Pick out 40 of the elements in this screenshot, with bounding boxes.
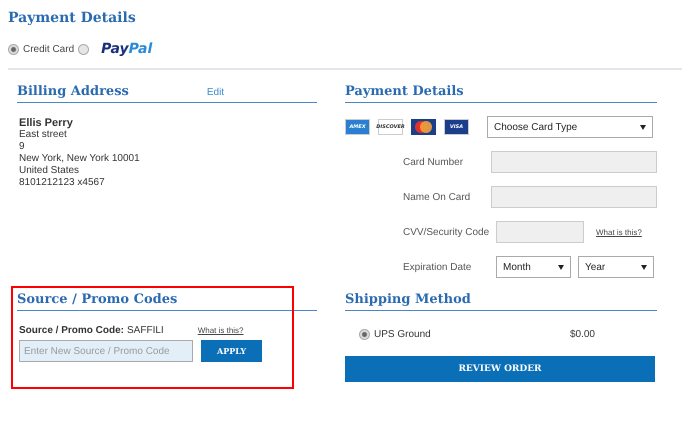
customer-name: Ellis Perry: [19, 117, 74, 129]
input-field[interactable]: [496, 221, 584, 243]
address-line: 8101212123 x4567: [19, 177, 106, 189]
shipping-price: $0.00: [570, 329, 595, 340]
promo-label: Source / Promo Code:: [19, 325, 124, 336]
radio-button[interactable]: [8, 44, 19, 54]
input-field[interactable]: [491, 151, 657, 173]
promo-value: SAFFILI: [127, 325, 164, 336]
section-heading: Payment Details: [345, 84, 464, 99]
field-label: Expiration Date: [402, 262, 472, 272]
edit-link[interactable]: Edit: [206, 87, 224, 98]
caret-icon: [641, 264, 647, 270]
field-label: Name On Card: [402, 192, 472, 202]
radio-button[interactable]: [78, 44, 90, 54]
caret-icon: [558, 264, 564, 270]
help-link[interactable]: What is this?: [198, 326, 244, 335]
year-select[interactable]: Year: [578, 256, 654, 278]
review-order-button[interactable]: REVIEW ORDER: [345, 356, 655, 382]
radio-label: Credit Card: [23, 44, 74, 54]
address-line: 9: [19, 141, 26, 153]
paypal-logo[interactable]: PayPal: [101, 41, 152, 57]
field-label: Card Number: [402, 156, 464, 168]
section-heading: Shipping Method: [345, 292, 471, 307]
address-line: United States: [19, 165, 80, 177]
section-heading: Billing Address: [17, 84, 129, 99]
radio-button[interactable]: [359, 329, 370, 340]
promo-input-field[interactable]: Enter New Source / Promo Code: [19, 340, 193, 362]
help-link[interactable]: What is this?: [596, 228, 642, 236]
shipping-option: UPS Ground: [374, 329, 431, 340]
input-field[interactable]: [491, 186, 657, 208]
caret-icon: [640, 124, 646, 130]
month-select[interactable]: Month: [496, 256, 571, 278]
apply-button[interactable]: APPLY: [201, 340, 262, 362]
card-logo: [411, 119, 436, 135]
page-title: Payment Details: [8, 10, 137, 26]
field-label: CVV/Security Code: [402, 226, 490, 238]
address-line: New York, New York 10001: [19, 153, 141, 165]
address-line: East street: [19, 129, 68, 141]
section-heading: Source / Promo Codes: [17, 292, 178, 307]
card-type-select[interactable]: Choose Card Type: [487, 116, 653, 138]
